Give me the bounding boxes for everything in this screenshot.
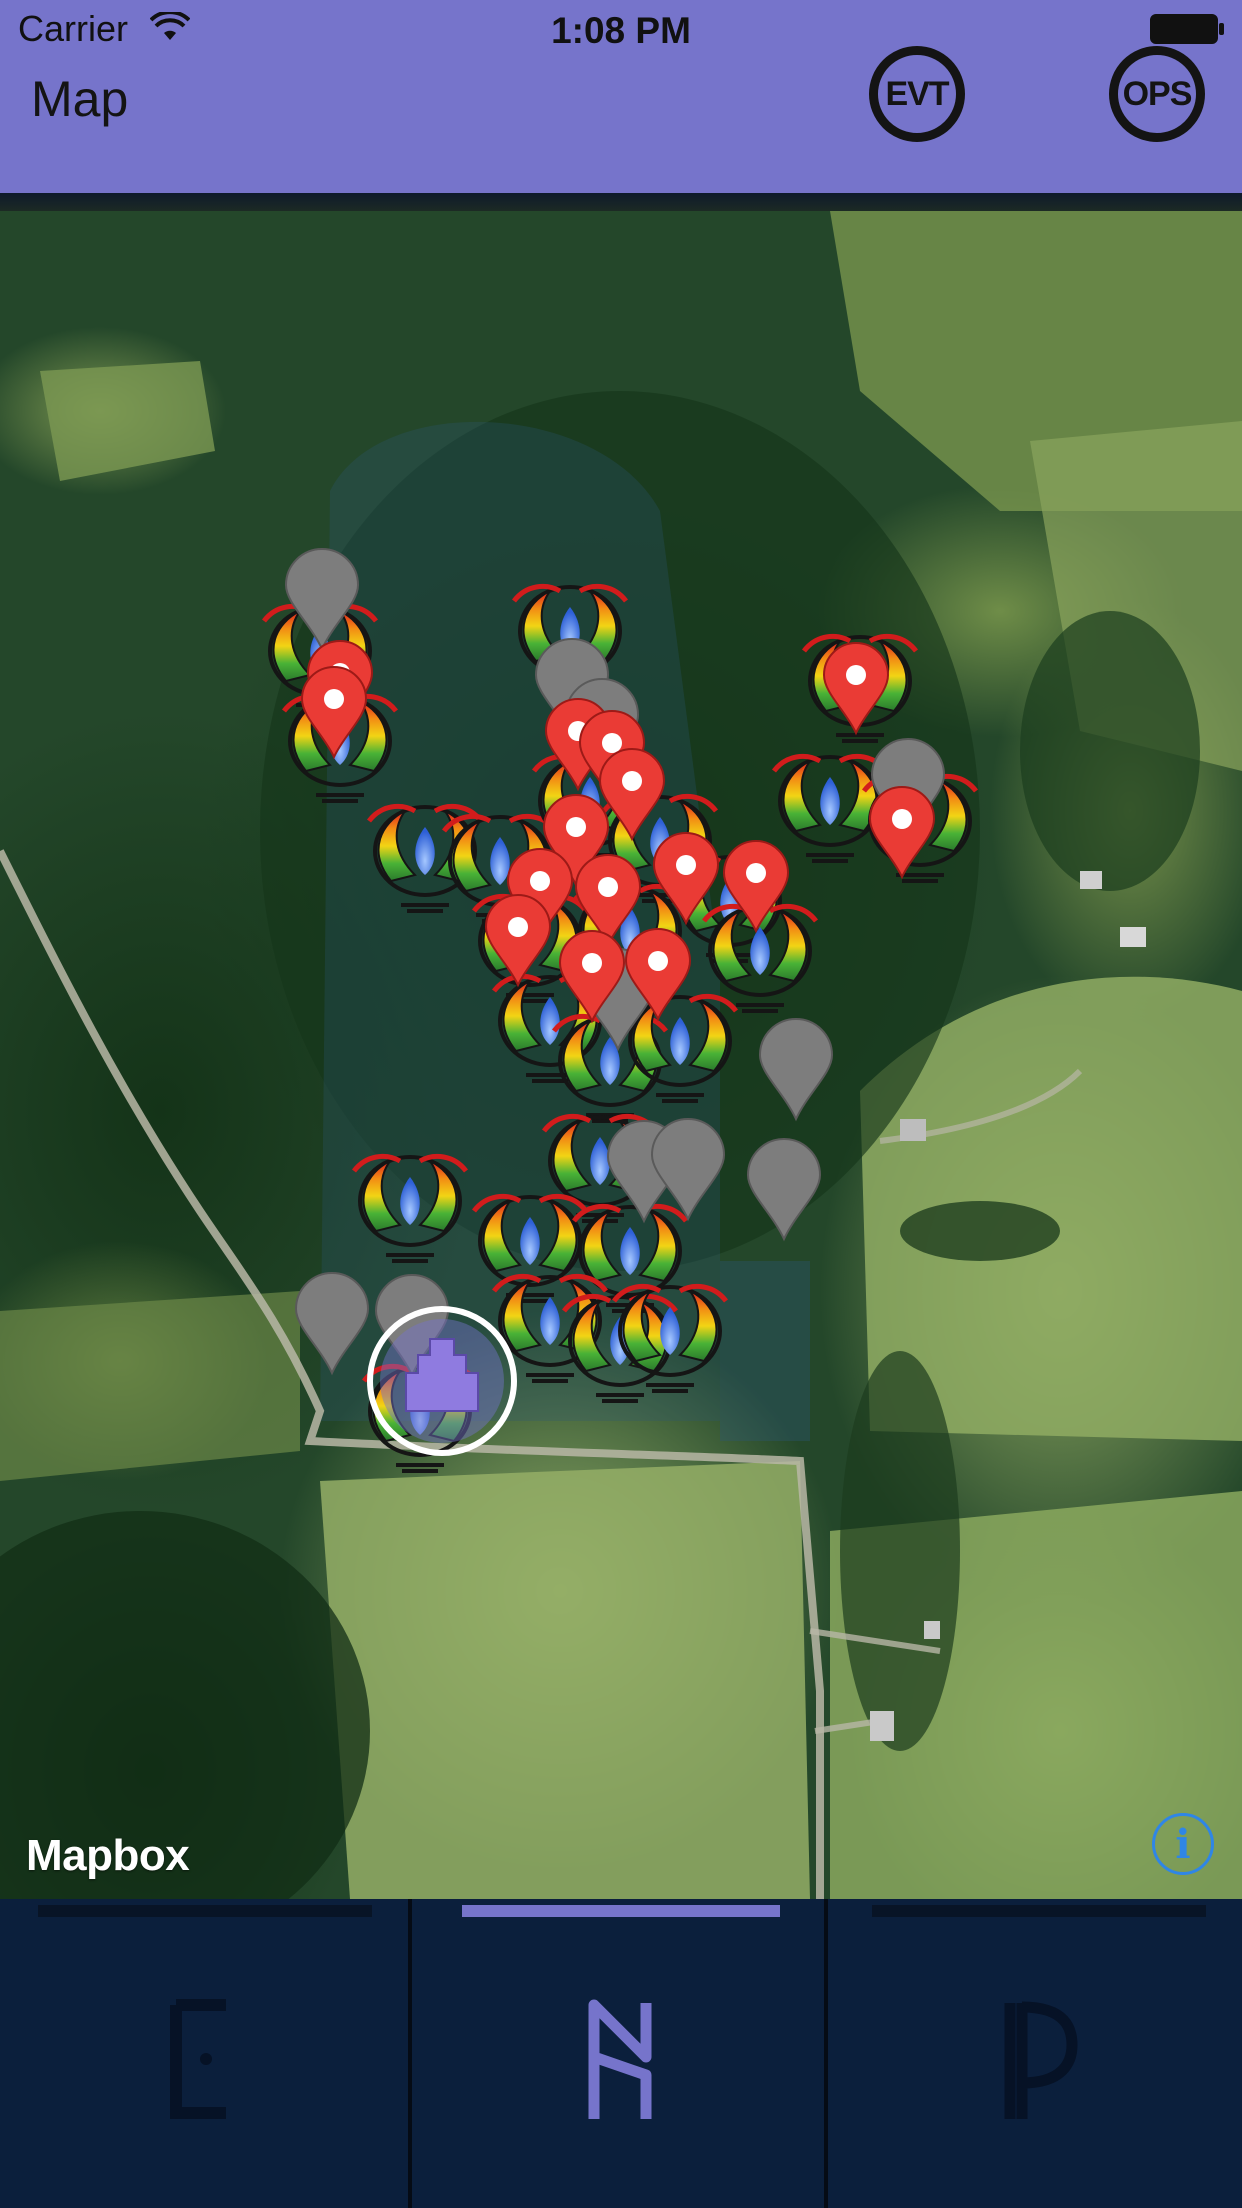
top-navigation-bar: Carrier 1:08 PM Map EVT OPS xyxy=(0,0,1242,193)
page-title: Map xyxy=(31,71,129,127)
tab-map[interactable] xyxy=(412,1899,828,2208)
mapbox-logo[interactable]: Mapbox xyxy=(26,1831,190,1881)
evt-button[interactable]: EVT xyxy=(869,46,965,142)
header-divider xyxy=(0,193,1242,211)
bottom-tab-bar xyxy=(0,1899,1242,2208)
ops-button[interactable]: OPS xyxy=(1109,46,1205,142)
ops-button-label: OPS xyxy=(1122,74,1193,113)
p-rune-icon xyxy=(1004,2001,1078,2119)
map-terrain xyxy=(0,211,1242,1899)
tab-indicator xyxy=(38,1905,372,1917)
e-rune-icon xyxy=(170,1999,226,2119)
clock-label: 1:08 PM xyxy=(551,10,691,51)
evt-button-label: EVT xyxy=(885,74,949,113)
tab-events[interactable] xyxy=(0,1899,412,2208)
tab-active-indicator xyxy=(462,1905,780,1917)
tab-indicator xyxy=(872,1905,1206,1917)
satellite-map[interactable]: Mapbox i xyxy=(0,211,1242,1899)
m-rune-icon xyxy=(588,1999,652,2119)
info-button[interactable]: i xyxy=(1152,1813,1214,1875)
user-location-marker[interactable] xyxy=(367,1306,517,1456)
tab-profile[interactable] xyxy=(828,1899,1242,2208)
battery-icon xyxy=(1150,14,1224,44)
info-icon: i xyxy=(1175,1820,1191,1868)
